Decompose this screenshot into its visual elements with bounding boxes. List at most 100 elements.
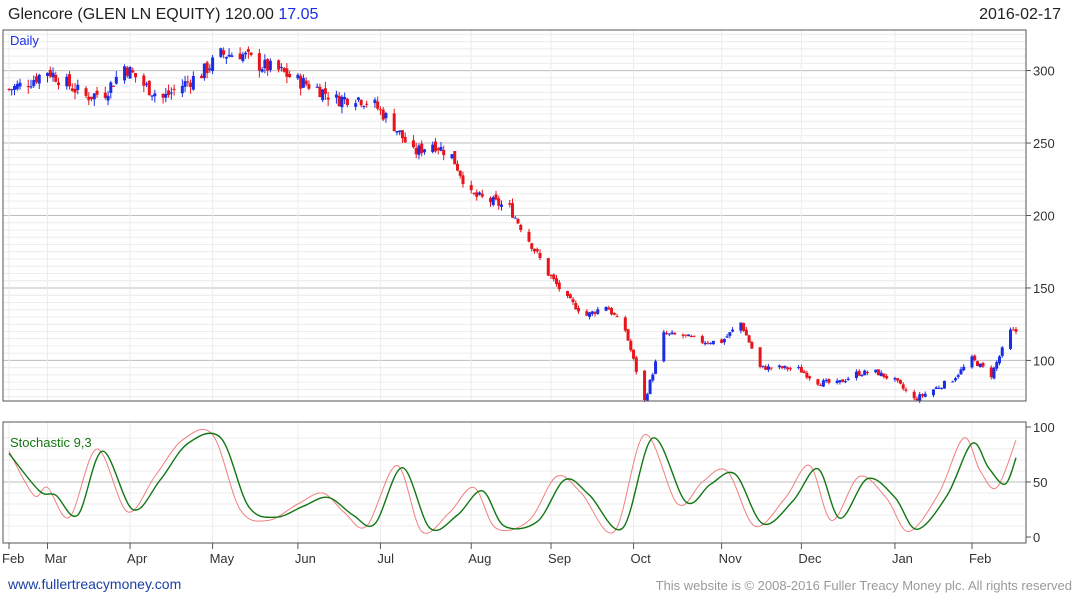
price-candle-body xyxy=(689,336,693,338)
price-candle-body xyxy=(750,342,754,349)
price-candle-body xyxy=(488,197,492,203)
price-candle-body xyxy=(1000,347,1004,357)
price-candle-body xyxy=(208,68,212,70)
price-candle-body xyxy=(684,334,688,336)
price-candle-body xyxy=(32,80,36,86)
price-candle-body xyxy=(511,203,514,218)
price-candle-body xyxy=(318,86,322,98)
last-price: 120.00 xyxy=(224,6,274,23)
price-candle-body xyxy=(359,100,363,106)
price-candle-body xyxy=(557,282,561,290)
price-candle-body xyxy=(934,387,938,389)
price-candle-body xyxy=(654,361,658,374)
x-tick-label: Apr xyxy=(127,551,148,566)
price-candle-body xyxy=(145,83,149,85)
x-tick-label: Feb xyxy=(2,551,24,566)
price-candle-body xyxy=(54,74,58,82)
price-candle-body xyxy=(645,394,649,401)
price-candle-body xyxy=(114,76,118,84)
price-candle-body xyxy=(766,366,770,370)
price-candle-body xyxy=(433,141,437,152)
price-candle-body xyxy=(301,78,305,88)
price-y-tick-label: 300 xyxy=(1033,64,1055,79)
price-candle-body xyxy=(681,334,685,336)
price-candle-body xyxy=(799,367,803,373)
price-y-tick-label: 200 xyxy=(1033,209,1055,224)
x-tick-label: Jun xyxy=(295,551,316,566)
price-candle-body xyxy=(392,113,396,132)
price-candle-body xyxy=(260,69,264,72)
price-candle-body xyxy=(337,95,341,107)
price-candle-body xyxy=(340,96,344,108)
price-candle-body xyxy=(552,274,556,280)
price-candle-body xyxy=(57,82,61,85)
price-candle-body xyxy=(76,84,80,90)
price-candle-body xyxy=(769,367,773,369)
price-candle-body xyxy=(376,101,380,109)
price-candle-body xyxy=(246,49,250,52)
price-candle-body xyxy=(662,332,666,362)
website-link[interactable]: www.fullertreacymoney.com xyxy=(8,576,181,592)
price-candle-body xyxy=(634,357,638,372)
price-candle-body xyxy=(711,340,715,345)
price-candle-body xyxy=(805,372,809,378)
price-candle-body xyxy=(819,385,823,387)
price-candle-body xyxy=(200,75,204,79)
price-candle-body xyxy=(455,163,459,171)
x-tick-label: May xyxy=(210,551,235,566)
price-candle-body xyxy=(876,369,880,376)
price-candle-body xyxy=(326,97,330,100)
price-candle-body xyxy=(643,370,647,400)
price-candle-body xyxy=(334,94,338,98)
price-candle-body xyxy=(953,378,957,381)
price-candle-body xyxy=(164,93,168,98)
price-candle-body xyxy=(777,365,781,368)
price-candle-body xyxy=(648,379,652,395)
price-candle-body xyxy=(527,231,531,242)
price-candle-body xyxy=(764,366,768,370)
price-candle-body xyxy=(885,376,889,379)
price-candle-body xyxy=(123,66,127,81)
price-candle-body xyxy=(857,370,861,376)
price-candle-body xyxy=(497,198,501,206)
price-candle-body xyxy=(268,60,272,70)
price-candle-body xyxy=(458,170,462,176)
price-candle-body xyxy=(516,218,520,224)
price-candle-body xyxy=(491,197,495,205)
price-candle-body xyxy=(494,194,498,200)
price-candle-body xyxy=(546,258,550,276)
price-candle-body xyxy=(912,391,916,399)
price-candle-body xyxy=(26,86,30,88)
price-candle-body xyxy=(863,370,867,376)
price-candle-body xyxy=(709,343,713,345)
price-y-ticks: 100 150 200 250 300 xyxy=(1026,64,1055,368)
price-candle-body xyxy=(304,80,308,85)
price-candle-body xyxy=(134,73,138,78)
price-candle-body xyxy=(973,355,977,361)
price-candle-body xyxy=(893,378,897,380)
price-candle-body xyxy=(667,333,671,335)
price-candle-body xyxy=(555,278,559,285)
price-candle-body xyxy=(1008,329,1012,349)
price-candle-body xyxy=(970,356,974,368)
price-candle-body xyxy=(918,394,922,402)
stochastic-lines xyxy=(8,428,1017,534)
price-candle-body xyxy=(942,380,946,389)
stochastic-y-tick-label: 0 xyxy=(1033,530,1040,545)
price-candle-body xyxy=(475,192,479,197)
price-candle-body xyxy=(211,57,215,72)
stochastic-y-tick-label: 100 xyxy=(1033,420,1055,435)
price-candle-body xyxy=(874,369,878,373)
price-candle-body xyxy=(651,374,655,381)
price-candle-body xyxy=(981,363,985,367)
price-candle-body xyxy=(7,88,11,90)
price-candle-body xyxy=(222,50,226,55)
price-candle-body xyxy=(722,339,726,343)
price-candle-body xyxy=(535,249,539,252)
price-candle-body xyxy=(596,309,600,314)
price-candle-body xyxy=(835,380,839,383)
price-candle-body xyxy=(378,109,382,111)
price-candle-body xyxy=(381,109,385,120)
price-candle-body xyxy=(109,82,113,93)
price-candle-body xyxy=(296,74,300,79)
